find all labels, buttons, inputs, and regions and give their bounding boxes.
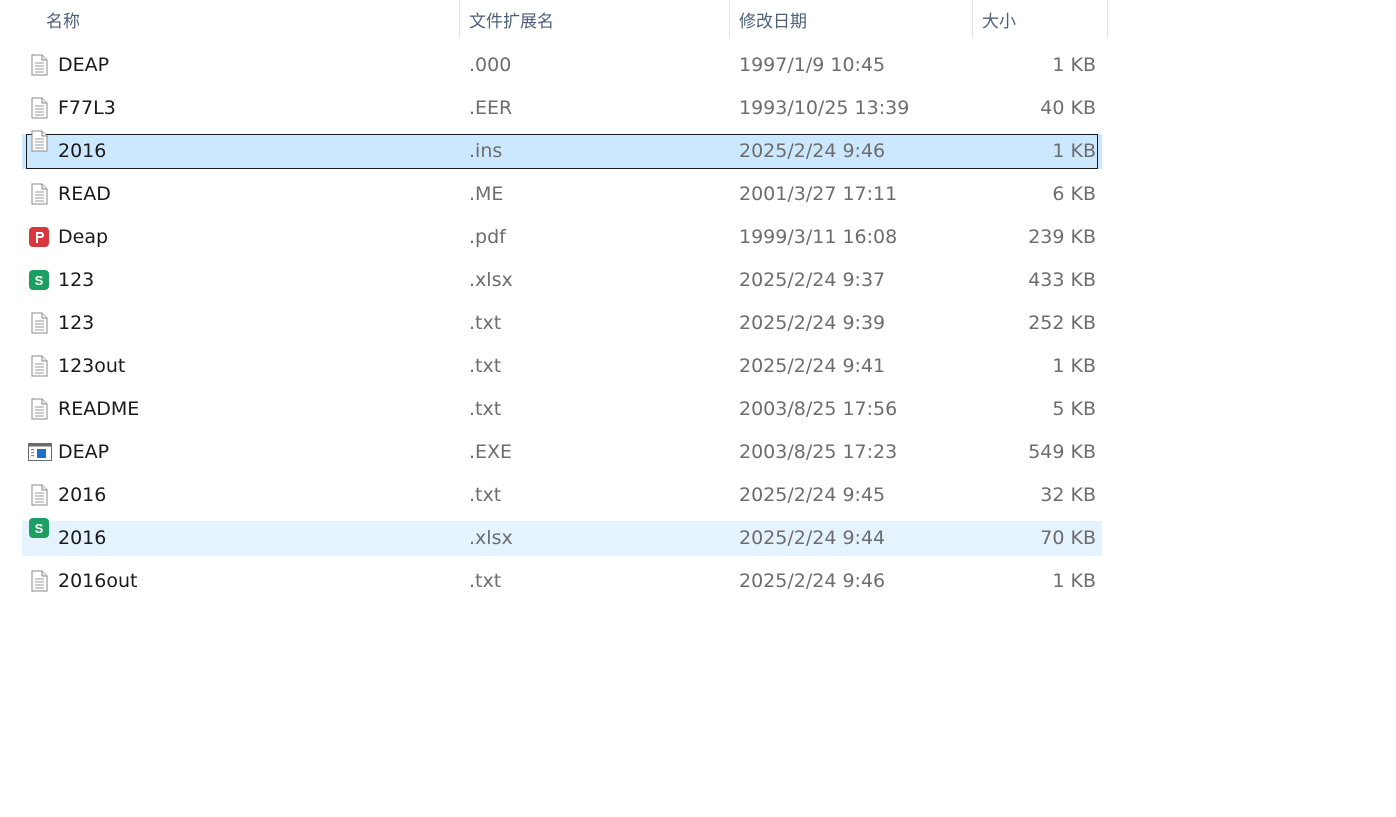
file-size: 239 KB	[1028, 226, 1096, 248]
spreadsheet-icon: S	[28, 517, 50, 539]
file-size: 5 KB	[1052, 398, 1096, 420]
file-row[interactable]: S 123 .xlsx 2025/2/24 9:37 433 KB	[22, 259, 1102, 302]
file-size: 40 KB	[1040, 97, 1096, 119]
file-row[interactable]: 2016 .txt 2025/2/24 9:45 32 KB	[22, 474, 1102, 517]
file-size: 32 KB	[1040, 484, 1096, 506]
file-date-modified: 2025/2/24 9:41	[739, 355, 886, 377]
document-icon	[28, 398, 50, 420]
spreadsheet-icon: S	[28, 269, 50, 291]
file-row[interactable]: 123 .txt 2025/2/24 9:39 252 KB	[22, 302, 1102, 345]
file-extension: .EER	[469, 97, 513, 119]
file-row[interactable]: 123out .txt 2025/2/24 9:41 1 KB	[22, 345, 1102, 388]
file-name: 123	[58, 312, 95, 334]
document-icon	[28, 54, 50, 76]
file-row[interactable]: 2016 .ins 2025/2/24 9:46 1 KB	[22, 130, 1102, 173]
file-date-modified: 2001/3/27 17:11	[739, 183, 898, 205]
file-date-modified: 1997/1/9 10:45	[739, 54, 886, 76]
document-icon	[28, 570, 50, 592]
column-header-size[interactable]: 大小	[973, 0, 1108, 38]
document-icon	[28, 484, 50, 506]
file-extension: .pdf	[469, 226, 506, 248]
svg-text:S: S	[35, 273, 44, 288]
file-date-modified: 2003/8/25 17:23	[739, 441, 898, 463]
file-name: 2016	[58, 527, 107, 549]
file-size: 6 KB	[1052, 183, 1096, 205]
file-row[interactable]: S 2016 .xlsx 2025/2/24 9:44 70 KB	[22, 517, 1102, 560]
file-name: 2016	[58, 140, 107, 162]
file-name: 123	[58, 269, 95, 291]
file-extension: .EXE	[469, 441, 513, 463]
file-date-modified: 2025/2/24 9:44	[739, 527, 886, 549]
file-name: F77L3	[58, 97, 116, 119]
file-row[interactable]: READ .ME 2001/3/27 17:11 6 KB	[22, 173, 1102, 216]
file-date-modified: 2025/2/24 9:46	[739, 140, 886, 162]
file-row[interactable]: Deap .pdf 1999/3/11 16:08 239 KB	[22, 216, 1102, 259]
file-extension: .ME	[469, 183, 504, 205]
file-extension: .txt	[469, 312, 502, 334]
file-size: 549 KB	[1028, 441, 1096, 463]
file-size: 1 KB	[1052, 140, 1096, 162]
file-name: READ	[58, 183, 111, 205]
file-list: DEAP .000 1997/1/9 10:45 1 KB F77L3 .EER 1993/…	[22, 44, 1102, 603]
file-name: README	[58, 398, 140, 420]
column-header-date-modified[interactable]: 修改日期	[730, 0, 973, 38]
file-extension: .000	[469, 54, 512, 76]
file-row[interactable]: DEAP .EXE 2003/8/25 17:23 549 KB	[22, 431, 1102, 474]
file-row[interactable]: README .txt 2003/8/25 17:56 5 KB	[22, 388, 1102, 431]
file-extension: .xlsx	[469, 269, 513, 291]
pdf-icon	[28, 226, 50, 248]
file-size: 1 KB	[1052, 54, 1096, 76]
file-size: 433 KB	[1028, 269, 1096, 291]
file-row[interactable]: DEAP .000 1997/1/9 10:45 1 KB	[22, 44, 1102, 87]
file-extension: .ins	[469, 140, 503, 162]
file-row[interactable]: 2016out .txt 2025/2/24 9:46 1 KB	[22, 560, 1102, 603]
svg-text:S: S	[35, 521, 44, 536]
file-date-modified: 1993/10/25 13:39	[739, 97, 910, 119]
file-size: 1 KB	[1052, 355, 1096, 377]
file-date-modified: 1999/3/11 16:08	[739, 226, 898, 248]
file-extension: .txt	[469, 355, 502, 377]
file-date-modified: 2025/2/24 9:37	[739, 269, 886, 291]
file-date-modified: 2003/8/25 17:56	[739, 398, 898, 420]
column-header-name[interactable]: 名称	[0, 0, 460, 38]
document-icon	[28, 355, 50, 377]
document-icon	[28, 312, 50, 334]
file-date-modified: 2025/2/24 9:45	[739, 484, 886, 506]
file-extension: .txt	[469, 570, 502, 592]
column-header-extension[interactable]: 文件扩展名	[460, 0, 730, 38]
file-size: 1 KB	[1052, 570, 1096, 592]
file-date-modified: 2025/2/24 9:46	[739, 570, 886, 592]
file-explorer: 名称 文件扩展名 修改日期 大小 DEAP .000 1997/1/9 10:45 1…	[0, 0, 1396, 817]
file-name: DEAP	[58, 54, 110, 76]
file-name: Deap	[58, 226, 109, 248]
document-icon	[28, 183, 50, 205]
file-name: 2016	[58, 484, 107, 506]
file-row[interactable]: F77L3 .EER 1993/10/25 13:39 40 KB	[22, 87, 1102, 130]
document-icon	[28, 97, 50, 119]
file-name: 2016out	[58, 570, 138, 592]
file-size: 252 KB	[1028, 312, 1096, 334]
column-header-bar: 名称 文件扩展名 修改日期 大小	[0, 0, 1108, 38]
file-size: 70 KB	[1040, 527, 1096, 549]
executable-icon	[28, 441, 52, 463]
file-extension: .txt	[469, 398, 502, 420]
file-name: 123out	[58, 355, 126, 377]
document-icon	[28, 130, 50, 152]
file-date-modified: 2025/2/24 9:39	[739, 312, 886, 334]
file-extension: .txt	[469, 484, 502, 506]
file-extension: .xlsx	[469, 527, 513, 549]
file-name: DEAP	[58, 441, 110, 463]
